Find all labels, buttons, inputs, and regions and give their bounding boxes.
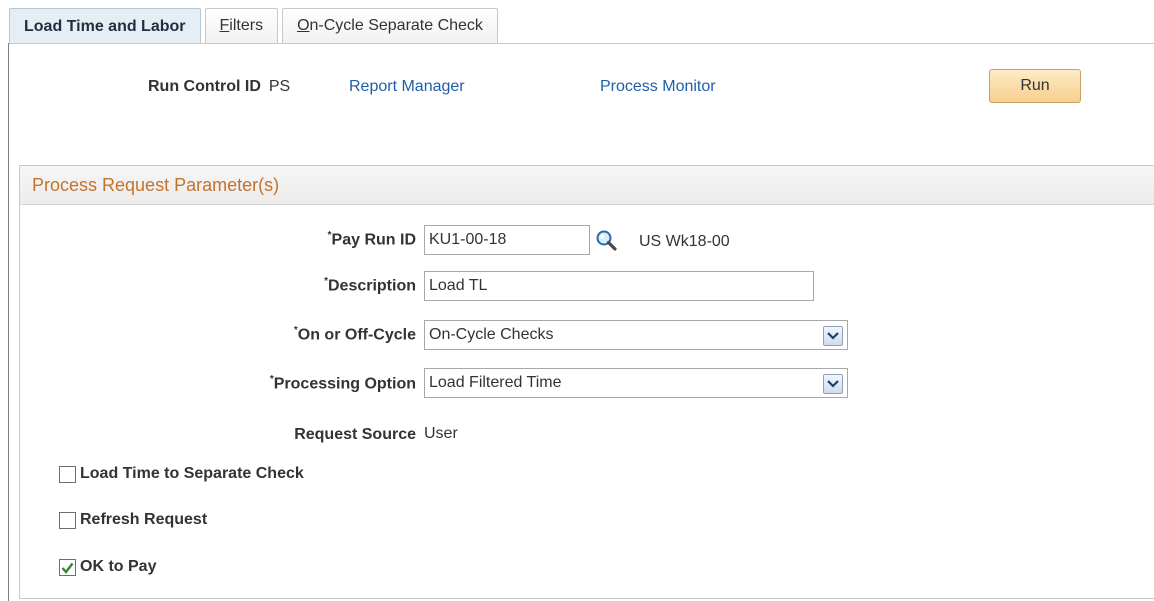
cycle-select[interactable]: On-Cycle Checks [424,320,848,350]
refresh-request-checkbox[interactable] [59,512,76,529]
process-monitor-link[interactable]: Process Monitor [600,78,716,96]
run-control-label: Run Control ID [148,78,261,95]
tab-bar: Load Time and Labor Filters On-Cycle Sep… [9,8,502,44]
description-label: *Description [324,276,416,295]
processing-option-value: Load Filtered Time [429,374,562,391]
chevron-down-icon[interactable] [823,374,843,394]
load-time-separate-checkbox[interactable] [59,466,76,483]
processing-option-select[interactable]: Load Filtered Time [424,368,848,398]
cycle-label-wrap: *On or Off-Cycle [150,325,416,345]
checkmark-icon [61,562,74,574]
pay-run-id-label: *Pay Run ID [327,230,416,249]
ok-to-pay-label: OK to Pay [80,558,157,575]
report-manager-link[interactable]: Report Manager [349,78,465,96]
cycle-select-value: On-Cycle Checks [429,326,554,343]
cycle-label: *On or Off-Cycle [293,325,416,344]
tab-label: Filters [219,17,264,34]
request-source-value: User [424,425,458,442]
description-label-wrap: *Description [150,276,416,296]
tab-filters[interactable]: Filters [204,8,279,43]
processing-option-label-wrap: *Processing Option [150,374,416,394]
run-control-row: Run Control ID PS [148,78,290,96]
run-button[interactable]: Run [989,69,1081,103]
tab-label: On-Cycle Separate Check [297,17,483,34]
page-left-border [8,43,9,601]
tab-divider [9,43,1154,44]
pay-run-id-label-wrap: *Pay Run ID [150,230,416,250]
load-time-separate-label: Load Time to Separate Check [80,465,304,482]
tab-on-cycle-separate-check[interactable]: On-Cycle Separate Check [282,8,498,43]
ok-to-pay-checkbox[interactable] [59,559,76,576]
chevron-down-icon[interactable] [823,326,843,346]
request-source-label-wrap: Request Source [150,425,416,445]
search-icon[interactable] [595,229,621,251]
pay-run-id-description: US Wk18-00 [639,233,730,250]
description-input[interactable]: Load TL [424,271,814,301]
pay-run-id-input[interactable]: KU1-00-18 [424,225,590,255]
tab-load-time-and-labor[interactable]: Load Time and Labor [9,8,201,44]
tab-label: Load Time and Labor [24,17,186,35]
processing-option-label: *Processing Option [269,374,416,393]
refresh-request-label: Refresh Request [80,511,208,528]
run-control-value: PS [268,78,291,95]
group-title: Process Request Parameter(s) [20,166,1154,205]
request-source-label: Request Source [294,426,416,443]
